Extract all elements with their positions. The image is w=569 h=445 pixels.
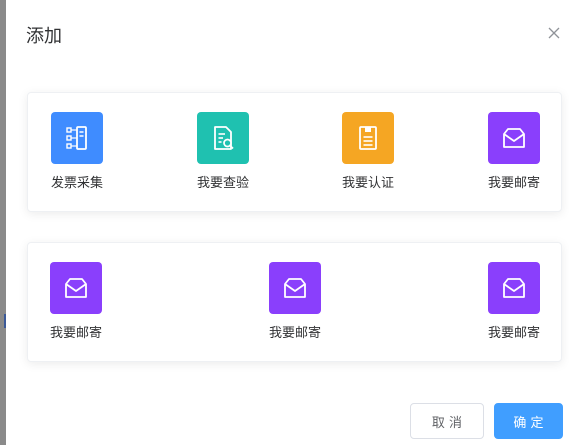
shortcut-label: 我要查验: [196, 176, 249, 191]
invoice-collect-icon: [66, 126, 87, 150]
shortcut-label: 我要邮寄: [268, 326, 321, 341]
certify-tile[interactable]: [342, 112, 394, 164]
confirm-button[interactable]: 确 定: [494, 403, 563, 439]
shortcut-check[interactable]: 我要查验: [183, 112, 263, 191]
shortcut-label: 我要邮寄: [49, 326, 102, 341]
mail-tile[interactable]: [50, 262, 102, 314]
invoice-collect-tile[interactable]: [51, 112, 103, 164]
cancel-button[interactable]: 取 消: [410, 403, 484, 439]
document-list-icon: [359, 126, 377, 150]
shortcut-mail[interactable]: 我要邮寄: [255, 262, 335, 341]
mail-tray-icon: [503, 278, 525, 298]
shortcut-label: 我要邮寄: [487, 176, 540, 191]
shortcut-invoice-collect[interactable]: 发票采集: [37, 112, 117, 191]
mail-tray-icon: [503, 128, 525, 148]
shortcut-panel-1: 发票采集 我要查验 我要认证 我要邮寄: [27, 92, 562, 212]
shortcut-label: 我要邮寄: [487, 326, 540, 341]
mail-tray-icon: [65, 278, 87, 298]
shortcut-mail[interactable]: 我要邮寄: [474, 112, 554, 191]
mail-tile[interactable]: [488, 112, 540, 164]
shortcut-mail[interactable]: 我要邮寄: [36, 262, 116, 341]
mail-tray-icon: [284, 278, 306, 298]
mail-tile[interactable]: [488, 262, 540, 314]
mail-tile[interactable]: [269, 262, 321, 314]
document-search-icon: [214, 126, 234, 150]
shortcut-label: 发票采集: [50, 176, 103, 191]
shortcut-label: 我要认证: [341, 176, 394, 191]
check-tile[interactable]: [197, 112, 249, 164]
close-icon[interactable]: [547, 26, 561, 40]
add-dialog: 添加 发票采集 我要查验 我要认证 我要邮寄 我要邮寄 我要邮寄 我要邮寄 取 …: [6, 0, 569, 445]
shortcut-panel-2: 我要邮寄 我要邮寄 我要邮寄: [27, 242, 562, 362]
shortcut-certify[interactable]: 我要认证: [328, 112, 408, 191]
dialog-title: 添加: [26, 26, 62, 47]
shortcut-mail[interactable]: 我要邮寄: [474, 262, 554, 341]
